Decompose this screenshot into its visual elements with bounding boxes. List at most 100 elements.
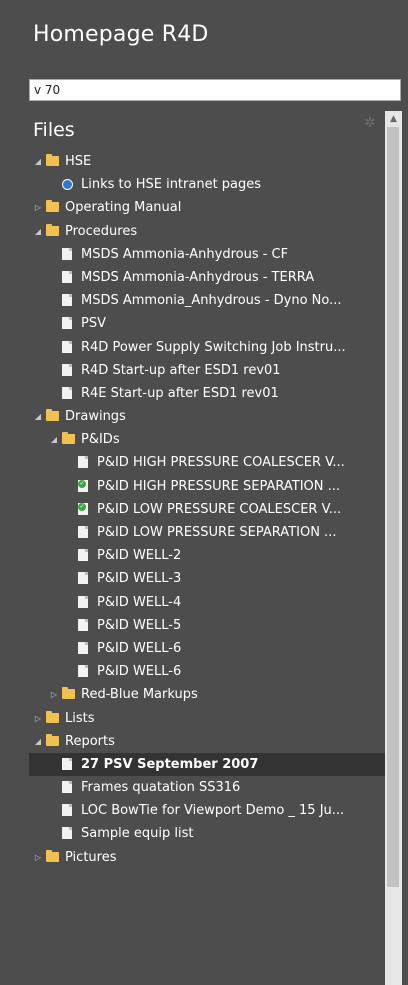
tree-folder[interactable]: ▷ Operating Manual (29, 196, 385, 219)
tree-file[interactable]: Sample equip list (29, 822, 385, 845)
tree-item-label: R4D Start-up after ESD1 rev01 (81, 362, 281, 378)
app-title: Homepage R4D (33, 22, 209, 47)
tree-item-label: P&IDs (81, 432, 120, 448)
tree-item-label: MSDS Ammonia-Anhydrous - TERRA (81, 269, 315, 285)
tree-file[interactable]: PSV (29, 312, 385, 335)
tree-file[interactable]: ✓ P&ID HIGH PRESSURE SEPARATION ... (29, 475, 385, 498)
document-icon (78, 549, 88, 562)
collapsed-arrow-icon[interactable]: ▷ (33, 846, 43, 869)
document-icon (62, 757, 72, 770)
document-icon (62, 317, 72, 330)
tree-item-label: Links to HSE intranet pages (81, 177, 262, 193)
tree-item-label: P&ID HIGH PRESSURE SEPARATION ... (97, 478, 341, 494)
tree-folder[interactable]: ◢ Procedures (29, 220, 385, 243)
scrollbar-thumb[interactable] (387, 127, 399, 887)
link-icon (62, 179, 73, 191)
search-input[interactable]: v 70 (29, 79, 401, 101)
tree-file[interactable]: P&ID WELL-6 (29, 660, 385, 683)
tree-file[interactable]: P&ID WELL-6 (29, 637, 385, 660)
tree-item-label: Frames quatation SS316 (81, 780, 241, 796)
tree-file[interactable]: Links to HSE intranet pages (29, 173, 385, 196)
document-icon (78, 456, 88, 469)
tree-item-label: P&ID WELL-4 (97, 594, 182, 610)
expanded-arrow-icon[interactable]: ◢ (33, 405, 43, 428)
tree-file[interactable]: MSDS Ammonia-Anhydrous - CF (29, 243, 385, 266)
tree-file[interactable]: R4D Power Supply Switching Job Instru... (29, 336, 385, 359)
document-icon (62, 270, 72, 283)
tree-file[interactable]: R4D Start-up after ESD1 rev01 (29, 359, 385, 382)
tree-item-label: P&ID LOW PRESSURE COALESCER V... (97, 501, 342, 517)
folder-icon (46, 849, 59, 862)
tree-folder[interactable]: ▷ Lists (29, 707, 385, 730)
file-tree: ◢ HSE Links to HSE intranet pages ▷ Operatin… (29, 150, 385, 985)
tree-item-label: P&ID HIGH PRESSURE COALESCER V... (97, 455, 345, 471)
tree-item-label: P&ID WELL-3 (97, 571, 182, 587)
tree-folder[interactable]: ◢ HSE (29, 150, 385, 173)
expanded-arrow-icon[interactable]: ◢ (33, 150, 43, 173)
tree-folder[interactable]: ▷ Pictures (29, 846, 385, 869)
tree-item-label: Red-Blue Markups (81, 687, 198, 703)
tree-file[interactable]: P&ID WELL-4 (29, 591, 385, 614)
document-icon (78, 572, 88, 585)
tree-file[interactable]: P&ID WELL-3 (29, 567, 385, 590)
tree-file[interactable]: Frames quatation SS316 (29, 776, 385, 799)
tree-item-label: Lists (65, 710, 95, 726)
files-heading: Files (33, 119, 75, 141)
collapsed-arrow-icon[interactable]: ▷ (49, 683, 59, 706)
tree-item-label: MSDS Ammonia-Anhydrous - CF (81, 246, 289, 262)
document-icon (62, 804, 72, 817)
expanded-arrow-icon[interactable]: ◢ (49, 428, 59, 451)
tree-item-label: Reports (65, 733, 115, 749)
document-icon (62, 340, 72, 353)
tree-file[interactable]: 27 PSV September 2007 (29, 752, 385, 777)
document-icon (62, 363, 72, 376)
tree-folder[interactable]: ◢ P&IDs (29, 428, 385, 451)
expanded-arrow-icon[interactable]: ◢ (33, 730, 43, 753)
document-icon (78, 641, 88, 654)
tree-item-label: Drawings (65, 409, 126, 425)
tree-file[interactable]: P&ID WELL-2 (29, 544, 385, 567)
document-icon (62, 827, 72, 840)
expanded-arrow-icon[interactable]: ◢ (33, 220, 43, 243)
document-icon (78, 595, 88, 608)
checked-document-icon: ✓ (78, 502, 88, 515)
tree-item-label: P&ID WELL-2 (97, 548, 182, 564)
tree-folder[interactable]: ▷ Red-Blue Markups (29, 683, 385, 706)
document-icon (78, 665, 88, 678)
document-icon (62, 294, 72, 307)
tree-folder[interactable]: ◢ Reports (29, 730, 385, 753)
folder-icon (62, 432, 75, 445)
tree-file[interactable]: LOC BowTie for Viewport Demo _ 15 Ju... (29, 799, 385, 822)
tree-file[interactable]: MSDS Ammonia-Anhydrous - TERRA (29, 266, 385, 289)
tree-file[interactable]: P&ID HIGH PRESSURE COALESCER V... (29, 451, 385, 474)
folder-icon (46, 200, 59, 213)
scroll-up-arrow-icon[interactable]: ▲ (385, 111, 402, 127)
tree-item-label: Sample equip list (81, 826, 194, 842)
tree-file[interactable]: ✓ P&ID LOW PRESSURE COALESCER V... (29, 498, 385, 521)
folder-icon (46, 154, 59, 166)
collapsed-arrow-icon[interactable]: ▷ (33, 707, 43, 730)
gear-icon[interactable]: ✲ (364, 116, 378, 130)
tree-item-label: LOC BowTie for Viewport Demo _ 15 Ju... (81, 803, 345, 819)
tree-item-label: Pictures (65, 849, 117, 865)
tree-file[interactable]: P&ID LOW PRESSURE SEPARATION ... (29, 521, 385, 544)
folder-icon (46, 733, 59, 746)
collapsed-arrow-icon[interactable]: ▷ (33, 196, 43, 219)
tree-item-label: MSDS Ammonia_Anhydrous - Dyno No... (81, 293, 342, 309)
document-icon (62, 386, 72, 399)
folder-icon (46, 223, 59, 236)
checked-document-icon: ✓ (78, 479, 88, 492)
tree-file[interactable]: R4E Start-up after ESD1 rev01 (29, 382, 385, 405)
document-icon (62, 781, 72, 794)
document-icon (62, 247, 72, 260)
tree-folder[interactable]: ◢ Drawings (29, 405, 385, 428)
folder-icon (62, 687, 75, 700)
tree-item-label: Procedures (65, 223, 138, 239)
tree-file[interactable]: MSDS Ammonia_Anhydrous - Dyno No... (29, 289, 385, 312)
tree-item-label: P&ID WELL-5 (97, 617, 182, 633)
folder-icon (46, 710, 59, 723)
tree-item-label: P&ID WELL-6 (97, 640, 182, 656)
document-icon (78, 526, 88, 538)
tree-file[interactable]: P&ID WELL-5 (29, 614, 385, 637)
tree-item-label: R4E Start-up after ESD1 rev01 (81, 385, 279, 401)
